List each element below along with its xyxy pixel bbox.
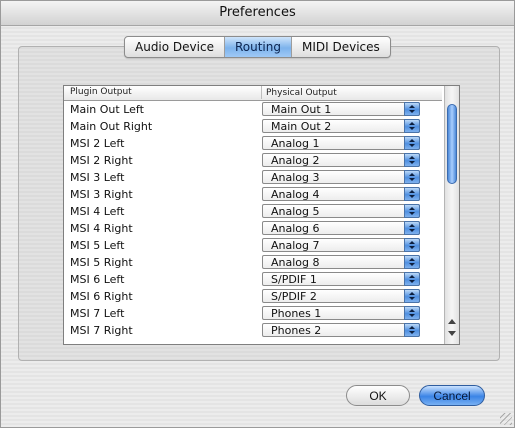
physical-output-value: Phones 2	[271, 324, 322, 337]
popup-arrows-icon[interactable]	[404, 289, 420, 303]
physical-output-value: Main Out 2	[271, 120, 332, 133]
plugin-output-label: MSI 5 Right	[70, 256, 133, 269]
plugin-output-label: MSI 7 Right	[70, 324, 133, 337]
physical-output-value: Analog 1	[271, 137, 320, 150]
popup-arrows-icon[interactable]	[404, 238, 420, 252]
table-row: MSI 7 Left Phones 1	[64, 305, 442, 322]
physical-output-value: Analog 4	[271, 188, 320, 201]
plugin-output-label: MSI 3 Left	[70, 171, 125, 184]
table-row: MSI 6 Right S/PDIF 2	[64, 288, 442, 305]
popup-arrows-icon[interactable]	[404, 272, 420, 286]
physical-output-select[interactable]: Phones 2	[262, 323, 420, 337]
physical-output-select[interactable]: Main Out 2	[262, 119, 420, 133]
popup-arrows-icon[interactable]	[404, 136, 420, 150]
physical-output-select[interactable]: Analog 5	[262, 204, 420, 218]
scroll-down-arrow-icon[interactable]	[448, 331, 456, 336]
table-row: MSI 3 Left Analog 3	[64, 169, 442, 186]
physical-output-select[interactable]: Analog 3	[262, 170, 420, 184]
plugin-output-label: MSI 6 Left	[70, 273, 125, 286]
popup-arrows-icon[interactable]	[404, 306, 420, 320]
popup-arrows-icon[interactable]	[404, 204, 420, 218]
physical-output-value: Analog 5	[271, 205, 320, 218]
resize-grip-icon[interactable]	[500, 413, 512, 425]
physical-output-value: Main Out 1	[271, 103, 332, 116]
popup-arrows-icon[interactable]	[404, 102, 420, 116]
scrollbar-thumb[interactable]	[447, 104, 457, 184]
plugin-output-label: Main Out Left	[70, 103, 144, 116]
table-row: MSI 5 Right Analog 8	[64, 254, 442, 271]
plugin-output-label: Main Out Right	[70, 120, 153, 133]
table-row: Main Out Left Main Out 1	[64, 101, 442, 118]
physical-output-value: S/PDIF 1	[271, 273, 317, 286]
popup-arrows-icon[interactable]	[404, 119, 420, 133]
physical-output-select[interactable]: S/PDIF 2	[262, 289, 420, 303]
physical-output-select[interactable]: S/PDIF 1	[262, 272, 420, 286]
vertical-scrollbar[interactable]	[444, 86, 459, 344]
physical-output-select[interactable]: Main Out 1	[262, 102, 420, 116]
plugin-output-label: MSI 6 Right	[70, 290, 133, 303]
title-bar[interactable]: Preferences	[1, 1, 514, 26]
window-title: Preferences	[219, 5, 296, 20]
table-row: MSI 4 Right Analog 6	[64, 220, 442, 237]
tab-bar: Audio Device Routing MIDI Devices	[124, 36, 391, 58]
popup-arrows-icon[interactable]	[404, 221, 420, 235]
popup-arrows-icon[interactable]	[404, 255, 420, 269]
physical-output-value: S/PDIF 2	[271, 290, 317, 303]
tab-routing[interactable]: Routing	[224, 37, 292, 57]
popup-arrows-icon[interactable]	[404, 323, 420, 337]
plugin-output-label: MSI 3 Right	[70, 188, 133, 201]
physical-output-select[interactable]: Analog 2	[262, 153, 420, 167]
plugin-output-label: MSI 2 Right	[70, 154, 133, 167]
table-row: MSI 6 Left S/PDIF 1	[64, 271, 442, 288]
table-row: MSI 7 Right Phones 2	[64, 322, 442, 339]
routing-table: Plugin Output Physical Output Main Out L…	[63, 85, 460, 345]
table-body: Main Out Left Main Out 1 Main Out Right Mai…	[64, 101, 442, 339]
plugin-output-label: MSI 2 Left	[70, 137, 125, 150]
physical-output-value: Analog 7	[271, 239, 320, 252]
physical-output-select[interactable]: Analog 8	[262, 255, 420, 269]
popup-arrows-icon[interactable]	[404, 170, 420, 184]
scroll-up-arrow-icon[interactable]	[448, 319, 456, 324]
physical-output-select[interactable]: Analog 1	[262, 136, 420, 150]
table-header: Plugin Output Physical Output	[64, 86, 442, 101]
ok-button[interactable]: OK	[346, 385, 410, 406]
physical-output-value: Analog 2	[271, 154, 320, 167]
preferences-window: Preferences Audio Device Routing MIDI De…	[0, 0, 515, 428]
physical-output-select[interactable]: Analog 7	[262, 238, 420, 252]
physical-output-value: Analog 3	[271, 171, 320, 184]
plugin-output-label: MSI 4 Left	[70, 205, 125, 218]
popup-arrows-icon[interactable]	[404, 187, 420, 201]
table-row: MSI 2 Left Analog 1	[64, 135, 442, 152]
physical-output-value: Phones 1	[271, 307, 322, 320]
column-header-plugin-output[interactable]: Plugin Output	[70, 87, 132, 97]
table-row: MSI 5 Left Analog 7	[64, 237, 442, 254]
tab-midi-devices[interactable]: MIDI Devices	[292, 37, 390, 57]
table-row: Main Out Right Main Out 2	[64, 118, 442, 135]
popup-arrows-icon[interactable]	[404, 153, 420, 167]
physical-output-select[interactable]: Phones 1	[262, 306, 420, 320]
table-row: MSI 3 Right Analog 4	[64, 186, 442, 203]
physical-output-value: Analog 6	[271, 222, 320, 235]
cancel-button[interactable]: Cancel	[419, 385, 485, 406]
physical-output-select[interactable]: Analog 6	[262, 221, 420, 235]
physical-output-value: Analog 8	[271, 256, 320, 269]
table-row: MSI 2 Right Analog 2	[64, 152, 442, 169]
plugin-output-label: MSI 4 Right	[70, 222, 133, 235]
table-row: MSI 4 Left Analog 5	[64, 203, 442, 220]
plugin-output-label: MSI 7 Left	[70, 307, 125, 320]
tab-audio-device[interactable]: Audio Device	[125, 37, 225, 57]
plugin-output-label: MSI 5 Left	[70, 239, 125, 252]
physical-output-select[interactable]: Analog 4	[262, 187, 420, 201]
column-header-physical-output[interactable]: Physical Output	[261, 86, 337, 99]
